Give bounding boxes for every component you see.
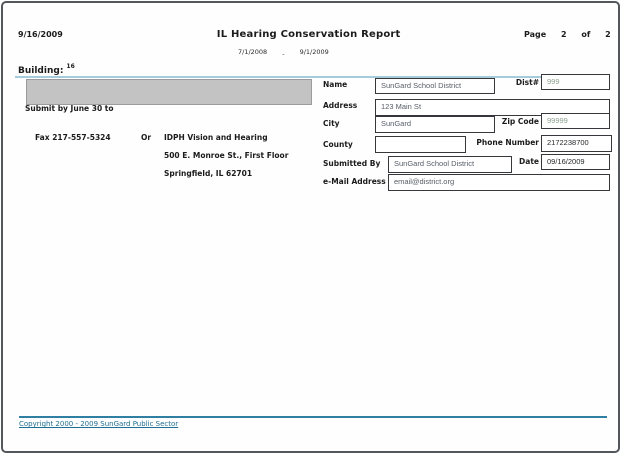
building-row: Building:16 bbox=[18, 64, 75, 76]
address-label: Address bbox=[323, 101, 357, 110]
date-field[interactable]: 09/16/2009 bbox=[541, 154, 610, 170]
copyright-link[interactable]: Copyright 2000 - 2009 SunGard Public Sec… bbox=[19, 420, 178, 428]
page-label: Page bbox=[524, 30, 546, 39]
fax-number: Fax 217-557-5324 bbox=[35, 133, 111, 142]
recipient-city: Springfield, IL 62701 bbox=[164, 169, 252, 178]
report-canvas: 9/16/2009 IL Hearing Conservation Report… bbox=[0, 0, 624, 456]
zip-label: Zip Code bbox=[443, 117, 539, 126]
phone-label: Phone Number bbox=[443, 138, 539, 147]
footer-rule bbox=[19, 416, 607, 418]
recipient-name: IDPH Vision and Hearing bbox=[164, 133, 268, 142]
email-label: e-Mail Address bbox=[323, 177, 386, 186]
submit-note: Submit by June 30 to bbox=[25, 104, 114, 113]
submitted-by-label: Submitted By bbox=[323, 159, 380, 168]
date-range-start: 7/1/2008 bbox=[238, 48, 267, 56]
print-date: 9/16/2009 bbox=[18, 30, 63, 39]
zip-field[interactable]: 99999 bbox=[541, 113, 610, 129]
dist-label: Dist# bbox=[443, 78, 539, 87]
date-range-end: 9/1/2009 bbox=[300, 48, 329, 56]
page-total: 2 bbox=[605, 30, 611, 39]
report-title: IL Hearing Conservation Report bbox=[217, 29, 401, 40]
county-label: County bbox=[323, 140, 353, 149]
city-label: City bbox=[323, 119, 340, 128]
date-label: Date bbox=[443, 157, 539, 166]
report-page: 9/16/2009 IL Hearing Conservation Report… bbox=[1, 1, 620, 453]
report-date-range: 7/1/2008 - 9/1/2009 bbox=[238, 48, 329, 56]
building-number: 16 bbox=[66, 63, 74, 70]
page-of-label: of bbox=[581, 30, 590, 39]
email-field[interactable]: email@district.org bbox=[388, 174, 610, 191]
date-range-separator: - bbox=[282, 50, 284, 58]
building-label: Building: bbox=[18, 66, 63, 76]
phone-field[interactable]: 2172238700 bbox=[541, 135, 612, 152]
dist-field[interactable]: 999 bbox=[541, 74, 610, 90]
page-indicator: Page 2 of 2 bbox=[524, 30, 611, 39]
name-label: Name bbox=[323, 80, 347, 89]
or-label: Or bbox=[141, 133, 151, 142]
recipient-street: 500 E. Monroe St., First Floor bbox=[164, 151, 288, 160]
page-current: 2 bbox=[561, 30, 567, 39]
redacted-gray-box bbox=[26, 79, 312, 105]
